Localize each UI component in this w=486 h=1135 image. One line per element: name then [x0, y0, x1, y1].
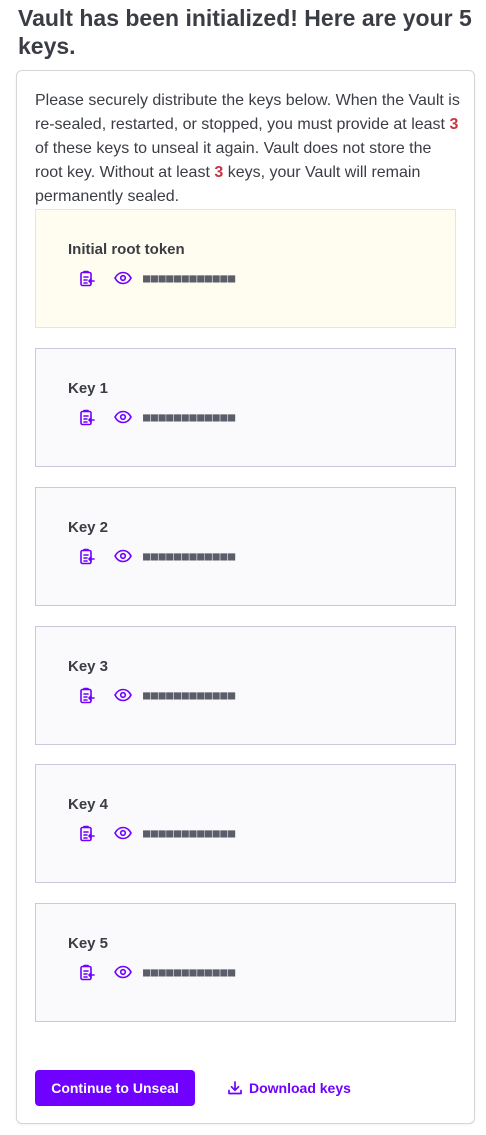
key-row: ■■■■■■■■■■■■ [77, 962, 236, 982]
clipboard-copy-icon[interactable] [77, 407, 97, 427]
key-masked-value: ■■■■■■■■■■■■ [143, 549, 236, 563]
key-row: ■■■■■■■■■■■■ [77, 407, 236, 427]
keys-card: Please securely distribute the keys belo… [16, 70, 475, 1124]
key-label: Key 5 [68, 935, 109, 952]
clipboard-copy-icon[interactable] [77, 823, 97, 843]
key-masked-value: ■■■■■■■■■■■■ [143, 410, 236, 424]
key-label: Key 1 [68, 380, 109, 397]
key-label: Key 3 [68, 658, 109, 675]
eye-icon[interactable] [113, 268, 133, 288]
root-token-label: Initial root token [68, 241, 185, 258]
eye-icon[interactable] [113, 685, 133, 705]
description-part-1: Please securely distribute the keys belo… [35, 92, 460, 133]
key-label: Key 4 [68, 796, 109, 813]
key-box-5: Key 5 ■■■■■■■■■■■■ [35, 903, 456, 1022]
eye-icon[interactable] [113, 962, 133, 982]
key-box-4: Key 4 ■■■■■■■■■■■■ [35, 764, 456, 883]
key-masked-value: ■■■■■■■■■■■■ [143, 965, 236, 979]
key-row: ■■■■■■■■■■■■ [77, 546, 236, 566]
download-icon [228, 1081, 242, 1095]
key-threshold-repeat: 3 [214, 164, 224, 181]
key-box-1: Key 1 ■■■■■■■■■■■■ [35, 348, 456, 467]
download-keys-label: Download keys [249, 1080, 351, 1096]
clipboard-copy-icon[interactable] [77, 685, 97, 705]
root-token-masked-value: ■■■■■■■■■■■■ [143, 271, 236, 285]
clipboard-copy-icon[interactable] [77, 546, 97, 566]
download-keys-link[interactable]: Download keys [227, 1077, 351, 1099]
root-token-box: Initial root token ■■■■■■■■■■■■ [35, 209, 456, 328]
key-box-3: Key 3 ■■■■■■■■■■■■ [35, 626, 456, 745]
eye-icon[interactable] [113, 823, 133, 843]
key-masked-value: ■■■■■■■■■■■■ [143, 688, 236, 702]
eye-icon[interactable] [113, 546, 133, 566]
key-threshold: 3 [449, 116, 459, 133]
eye-icon[interactable] [113, 407, 133, 427]
key-label: Key 2 [68, 519, 109, 536]
clipboard-copy-icon[interactable] [77, 268, 97, 288]
page-title: Vault has been initialized! Here are you… [18, 5, 472, 59]
key-row: ■■■■■■■■■■■■ [77, 685, 236, 705]
continue-to-unseal-button[interactable]: Continue to Unseal [35, 1070, 195, 1106]
key-masked-value: ■■■■■■■■■■■■ [143, 826, 236, 840]
key-box-2: Key 2 ■■■■■■■■■■■■ [35, 487, 456, 606]
clipboard-copy-icon[interactable] [77, 962, 97, 982]
root-token-row: ■■■■■■■■■■■■ [77, 268, 236, 288]
key-row: ■■■■■■■■■■■■ [77, 823, 236, 843]
keys-description: Please securely distribute the keys belo… [35, 89, 460, 209]
